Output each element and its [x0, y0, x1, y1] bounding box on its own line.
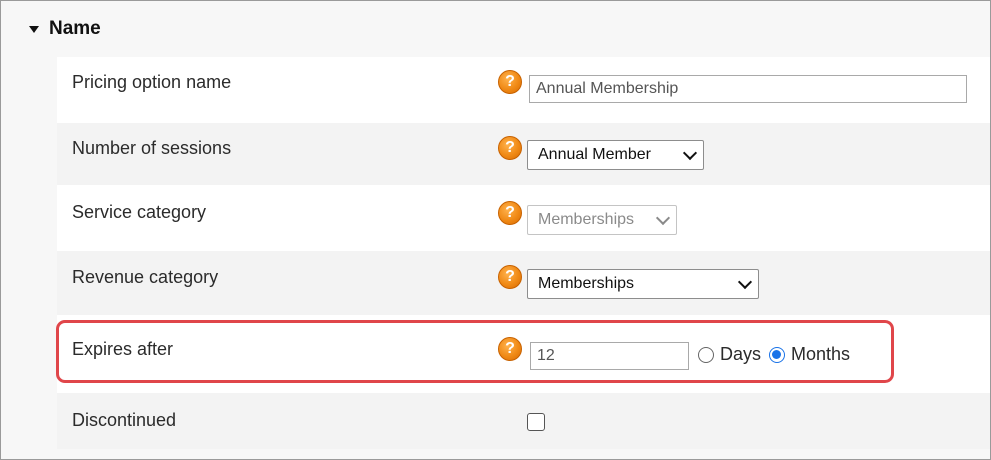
- field-label: Discontinued: [72, 410, 177, 430]
- select-value: Annual Member: [538, 146, 651, 163]
- revenue-category-select[interactable]: Memberships: [527, 269, 759, 299]
- discontinued-checkbox[interactable]: [527, 413, 545, 431]
- triangle-down-icon[interactable]: [29, 26, 39, 33]
- expires-after-input[interactable]: [530, 342, 689, 370]
- number-of-sessions-select[interactable]: Annual Member: [527, 140, 704, 170]
- help-question-icon[interactable]: ?: [498, 265, 522, 289]
- months-radio-label[interactable]: Months: [791, 344, 850, 365]
- help-question-icon[interactable]: ?: [498, 201, 522, 225]
- help-question-icon[interactable]: ?: [498, 70, 522, 94]
- chevron-down-icon: [682, 145, 698, 160]
- chevron-down-icon: [655, 210, 671, 225]
- row-service-category: Service category ? Memberships: [57, 185, 990, 251]
- field-label: Service category: [72, 202, 207, 222]
- service-category-select[interactable]: Memberships: [527, 205, 677, 235]
- days-radio[interactable]: [698, 346, 714, 363]
- field-label: Revenue category: [72, 267, 219, 287]
- field-label: Expires after: [72, 339, 174, 359]
- row-pricing-option-name: Pricing option name ?: [57, 57, 990, 123]
- chevron-down-icon: [737, 274, 753, 289]
- section-header-name[interactable]: Name: [29, 15, 101, 43]
- field-label: Number of sessions: [72, 138, 232, 158]
- months-radio[interactable]: [769, 346, 786, 363]
- expires-unit-radio-group: Days Months: [698, 344, 858, 365]
- days-radio-label[interactable]: Days: [720, 344, 761, 365]
- pricing-option-name-input[interactable]: [529, 75, 967, 103]
- select-value: Memberships: [538, 211, 635, 228]
- row-number-of-sessions: Number of sessions ? Annual Member: [57, 123, 990, 185]
- row-revenue-category: Revenue category ? Memberships: [57, 251, 990, 315]
- row-discontinued: Discontinued: [57, 393, 990, 449]
- settings-panel: Name Pricing option name ? Number of ses…: [0, 0, 991, 460]
- row-expires-after: Expires after ? Days Months: [57, 315, 990, 393]
- select-value: Memberships: [538, 275, 635, 292]
- field-label: Pricing option name: [72, 72, 232, 92]
- section-title: Name: [49, 18, 101, 39]
- help-question-icon[interactable]: ?: [498, 337, 522, 361]
- help-question-icon[interactable]: ?: [498, 136, 522, 160]
